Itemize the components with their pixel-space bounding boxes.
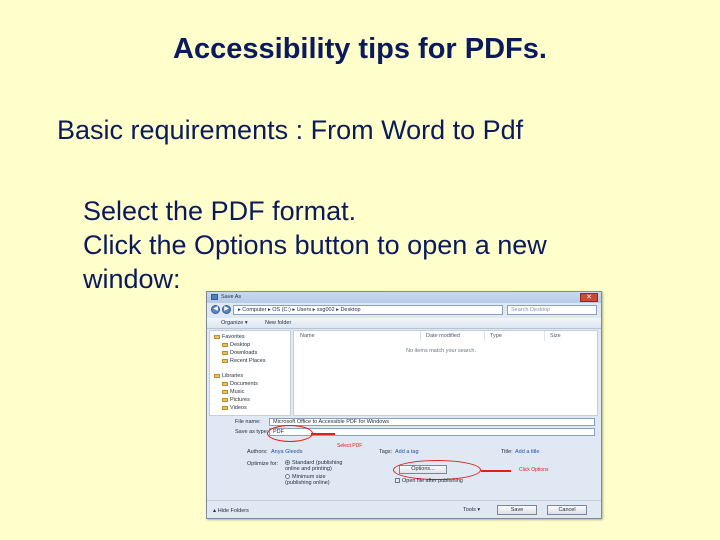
minimum-option[interactable]: Minimum size (publishing online) (285, 474, 351, 486)
dialog-titlebar: Save As ✕ (207, 292, 601, 303)
body-line-1: Select the PDF format. (83, 196, 357, 226)
downloads-icon (222, 350, 228, 355)
pictures-icon (222, 397, 228, 402)
recent-places-icon (222, 358, 228, 363)
desktop-icon (222, 342, 228, 347)
documents-icon (222, 381, 228, 386)
file-name-label: File name: (235, 419, 261, 425)
standard-option-label: Standard (publishing online and printing… (285, 460, 343, 472)
column-divider (484, 331, 485, 341)
tags-label: Tags: (379, 449, 393, 455)
column-type[interactable]: Type (490, 333, 502, 339)
nav-libraries[interactable]: Libraries (214, 373, 243, 379)
nav-documents[interactable]: Documents (222, 381, 258, 387)
file-list[interactable]: Name Date modified Type Size No items ma… (293, 330, 598, 416)
checkbox-icon (395, 478, 400, 484)
title-label: Title: (501, 449, 513, 455)
slide-title: Accessibility tips for PDFs. (173, 33, 547, 65)
nav-recent-places[interactable]: Recent Places (222, 358, 265, 364)
save-type-highlight (267, 425, 313, 442)
forward-button[interactable]: ▶ (222, 305, 231, 314)
music-icon (222, 389, 228, 394)
dialog-toolbar: Organize ▾ New folder (207, 318, 601, 329)
hide-folders-button[interactable]: ▴ Hide Folders (213, 507, 249, 514)
body-line-2: Click the Options button to open a new (83, 230, 547, 260)
save-as-dialog: Save As ✕ ◀ ▶ ▸ Computer ▸ OS (C:) ▸ Use… (206, 291, 602, 519)
hide-folders-label: Hide Folders (217, 508, 249, 514)
close-button[interactable]: ✕ (580, 293, 598, 302)
click-options-annotation: Click Options (519, 467, 549, 473)
new-folder-button[interactable]: New folder (265, 320, 291, 326)
open-after-publishing-checkbox[interactable]: Open file after publishing (395, 478, 463, 484)
nav-music[interactable]: Music (222, 389, 244, 395)
file-fields: File name: Microsoft Office to Accessibl… (207, 418, 601, 442)
address-bar[interactable]: ▸ Computer ▸ OS (C:) ▸ Users ▸ sxg002 ▸ … (233, 305, 503, 315)
authors-label: Authors: (247, 449, 268, 455)
standard-option[interactable]: Standard (publishing online and printing… (285, 460, 351, 472)
radio-selected-icon (285, 460, 290, 466)
slide-body: Select the PDF format. Click the Options… (83, 194, 547, 296)
slide-subtitle: Basic requirements : From Word to Pdf (57, 115, 524, 145)
options-highlight (393, 460, 481, 480)
minimum-option-label: Minimum size (publishing online) (285, 474, 330, 486)
nav-favorites[interactable]: Favorites (214, 334, 245, 340)
cancel-button[interactable]: Cancel (547, 505, 587, 515)
options-pointer (481, 470, 511, 472)
empty-message: No items match your search. (406, 348, 476, 354)
authors-value[interactable]: Anya Gleeds (271, 449, 303, 455)
save-as-type-label: Save as type: (235, 429, 269, 435)
nav-downloads[interactable]: Downloads (222, 350, 257, 356)
open-after-publishing-label: Open file after publishing (402, 478, 463, 484)
nav-pictures[interactable]: Pictures (222, 397, 250, 403)
nav-label: Libraries (222, 373, 244, 379)
save-button[interactable]: Save (497, 505, 537, 515)
column-date-modified[interactable]: Date modified (426, 333, 460, 339)
nav-label: Desktop (230, 342, 251, 348)
tags-value[interactable]: Add a tag (395, 449, 419, 455)
organize-menu[interactable]: Organize ▾ (221, 320, 248, 326)
save-as-type-select[interactable]: PDF (269, 428, 595, 436)
column-divider (420, 331, 421, 341)
nav-label: Recent Places (230, 358, 266, 364)
nav-videos[interactable]: Videos (222, 405, 247, 411)
star-icon (214, 334, 220, 339)
dialog-title: Save As (221, 294, 242, 300)
file-name-input[interactable]: Microsoft Office to Accessible PDF for W… (269, 418, 595, 426)
nav-label: Downloads (230, 350, 258, 356)
tools-menu[interactable]: Tools ▾ (463, 507, 480, 513)
dialog-footer: ▴ Hide Folders Tools ▾ Save Cancel (207, 500, 601, 518)
radio-icon (285, 474, 290, 480)
title-value[interactable]: Add a title (515, 449, 539, 455)
column-name[interactable]: Name (300, 333, 315, 339)
library-icon (214, 373, 220, 378)
column-size[interactable]: Size (550, 333, 561, 339)
column-divider (544, 331, 545, 341)
videos-icon (222, 405, 228, 410)
nav-desktop[interactable]: Desktop (222, 342, 250, 348)
nav-label: Favorites (222, 334, 245, 340)
nav-label: Music (230, 389, 245, 395)
save-type-pointer (311, 433, 335, 435)
address-row: ◀ ▶ ▸ Computer ▸ OS (C:) ▸ Users ▸ sxg00… (207, 304, 601, 316)
navigation-pane: Favorites Desktop Downloads Recent Place… (209, 330, 291, 416)
nav-label: Videos (230, 405, 247, 411)
nav-label: Documents (230, 381, 258, 387)
back-button[interactable]: ◀ (211, 305, 220, 314)
search-input[interactable]: Search Desktop (507, 305, 597, 315)
window-icon (211, 294, 218, 300)
nav-label: Pictures (230, 397, 250, 403)
optimize-label: Optimize for: (247, 461, 279, 467)
